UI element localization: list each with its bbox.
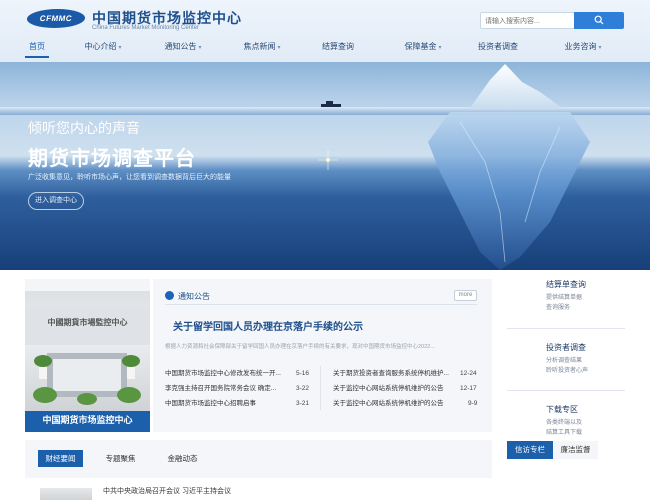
- search-icon: [594, 15, 604, 25]
- nav-about[interactable]: 中心介绍 ▾: [78, 38, 128, 58]
- photo-caption[interactable]: 中国期货市场监控中心: [25, 411, 150, 432]
- chevron-down-icon: ▾: [198, 45, 202, 51]
- list-item[interactable]: 中国期货市场监控中心招聘启事 3-21: [165, 396, 315, 411]
- nav-survey[interactable]: 投资者调查: [475, 38, 521, 58]
- nav-label: 焦点新闻: [243, 42, 276, 51]
- sidebar-desc: 各类终端以及: [546, 420, 583, 426]
- lobby-photo-illustration: [25, 279, 150, 405]
- sidebar-investor-survey[interactable]: 投资者调查 分析调查结果 聆听投资者心声: [546, 342, 588, 376]
- sidebar-desc: 提供结算单据: [546, 295, 583, 301]
- list-item-date: 12-17: [460, 385, 477, 392]
- chevron-down-icon: ▾: [438, 45, 442, 51]
- headline-link[interactable]: 关于留学回国人员办理在京落户手续的公示: [173, 318, 363, 333]
- list-item[interactable]: 关于监控中心网站系统停机维护的公告 9-9: [333, 396, 483, 411]
- wall-sign: 中國期貨市場監控中心: [47, 317, 128, 327]
- column-divider: [320, 366, 321, 410]
- nav-home[interactable]: 首页: [25, 38, 49, 58]
- search-input[interactable]: [485, 14, 575, 28]
- list-item-date: 5-16: [296, 370, 310, 377]
- list-item-date: 3-21: [296, 400, 310, 407]
- list-item-title[interactable]: 中国期货市场监控中心修改发布统一开...: [165, 366, 281, 381]
- nav-label: 首页: [29, 42, 45, 51]
- building-photo[interactable]: 中國期貨市場監控中心: [25, 279, 150, 432]
- chevron-down-icon: ▾: [118, 45, 122, 51]
- list-item-date: 9-9: [468, 400, 478, 407]
- nav-label: 中心介绍: [84, 42, 117, 51]
- nav-label: 通知公告: [164, 42, 197, 51]
- more-button[interactable]: more: [454, 290, 477, 301]
- sidebar-desc: 聆听投资者心声: [546, 368, 589, 374]
- tab-integrity[interactable]: 廉洁监督: [553, 441, 598, 459]
- nav-label: 结算查询: [322, 42, 354, 51]
- list-item-title[interactable]: 中国期货市场监控中心招聘启事: [165, 396, 256, 411]
- site-name-en: China Futures Market Monitoring Center: [92, 25, 200, 31]
- tab-petition[interactable]: 信访专栏: [507, 441, 553, 459]
- news-tabs-bar: [25, 440, 492, 478]
- chevron-down-icon: ▾: [598, 45, 602, 51]
- sidebar-title: 结算单查询: [546, 280, 586, 289]
- banner-title: 期货市场调查平台: [28, 146, 196, 170]
- iceberg-illustration: [318, 64, 590, 270]
- banner-subtitle: 广泛收集意见，聆听市场心声，让您看到调查数据背后巨大的能量: [28, 174, 231, 181]
- notice-title[interactable]: 通知公告: [178, 291, 210, 302]
- list-item[interactable]: 中国期货市场监控中心修改发布统一开... 5-16: [165, 366, 315, 381]
- logo-badge[interactable]: CFMMC: [25, 9, 87, 28]
- nav-fund[interactable]: 保障基金 ▾: [398, 38, 448, 58]
- list-item-date: 12-24: [460, 370, 477, 377]
- sidebar-desc: 结算工具下载: [546, 430, 583, 436]
- tab-finance-news[interactable]: 财经要闻: [38, 450, 83, 467]
- sidebar-settlement-query[interactable]: 结算单查询 提供结算单据 查询服务: [546, 279, 586, 313]
- site-header: CFMMC 中国期货市场监控中心 China Futures Market Mo…: [0, 0, 650, 70]
- list-item-title[interactable]: 关于监控中心网站系统停机维护的公告: [333, 381, 444, 396]
- nav-consult[interactable]: 业务咨询 ▾: [558, 38, 608, 58]
- nav-news[interactable]: 焦点新闻 ▾: [237, 38, 287, 58]
- list-item-title[interactable]: 关于监控中心网站系统停机维护的公告: [333, 396, 444, 411]
- divider: [165, 304, 477, 305]
- nav-label: 保障基金: [404, 42, 437, 51]
- divider: [507, 328, 625, 329]
- sidebar-downloads[interactable]: 下载专区 各类终端以及 结算工具下载: [546, 404, 582, 438]
- list-item-title[interactable]: 关于期货投资者查询服务系统停机维护...: [333, 366, 449, 381]
- notice-icon: [165, 291, 174, 300]
- list-item[interactable]: 关于期货投资者查询服务系统停机维护... 12-24: [333, 366, 483, 381]
- list-item[interactable]: 李克强主持召开国务院常务会议 确定... 3-22: [165, 381, 315, 396]
- enter-survey-button[interactable]: 进入调查中心: [28, 192, 84, 210]
- nav-label: 投资者调查: [478, 42, 518, 51]
- tab-topics[interactable]: 专题聚焦: [98, 450, 143, 467]
- divider: [507, 390, 625, 391]
- banner-slogan: 倾听您内心的声音: [28, 121, 140, 137]
- nav-notices[interactable]: 通知公告 ▾: [158, 38, 208, 58]
- sidebar-title: 投资者调查: [546, 343, 586, 352]
- chevron-down-icon: ▾: [277, 45, 281, 51]
- nav-settlement[interactable]: 结算查询: [318, 38, 358, 58]
- list-item-date: 3-22: [296, 385, 310, 392]
- tab-finance-updates[interactable]: 金融动态: [160, 450, 205, 467]
- sidebar-title: 下载专区: [546, 405, 578, 414]
- list-item[interactable]: 关于监控中心网站系统停机维护的公告 12-17: [333, 381, 483, 396]
- news-item[interactable]: 中共中央政治局召开会议 习近平主持会议: [103, 486, 231, 496]
- search-button[interactable]: [574, 12, 624, 29]
- notice-list-right: 关于期货投资者查询服务系统停机维护... 12-24 关于监控中心网站系统停机维护…: [333, 366, 483, 411]
- news-thumbnail[interactable]: [40, 488, 92, 500]
- ship-icon: [321, 101, 341, 107]
- notice-list-left: 中国期货市场监控中心修改发布统一开... 5-16 李克强主持召开国务院常务会议 …: [165, 366, 315, 411]
- nav-label: 业务咨询: [564, 42, 597, 51]
- list-item-title[interactable]: 李克强主持召开国务院常务会议 确定...: [165, 381, 276, 396]
- headline-description: 根据人力资源和社会保障部关于留学回国人员办理在京落户手续的有关要求，现对中国期货…: [165, 344, 435, 350]
- sidebar-desc: 查询服务: [546, 305, 571, 311]
- hero-banner[interactable]: 倾听您内心的声音 期货市场调查平台 广泛收集意见，聆听市场心声，让您看到调查数据…: [0, 62, 650, 270]
- sidebar-desc: 分析调查结果: [546, 358, 583, 364]
- main-nav: 首页 中心介绍 ▾ 通知公告 ▾ 焦点新闻 ▾ 结算查询 保障基金 ▾ 投资者调查 业务…: [0, 38, 650, 58]
- search-box: [480, 12, 624, 29]
